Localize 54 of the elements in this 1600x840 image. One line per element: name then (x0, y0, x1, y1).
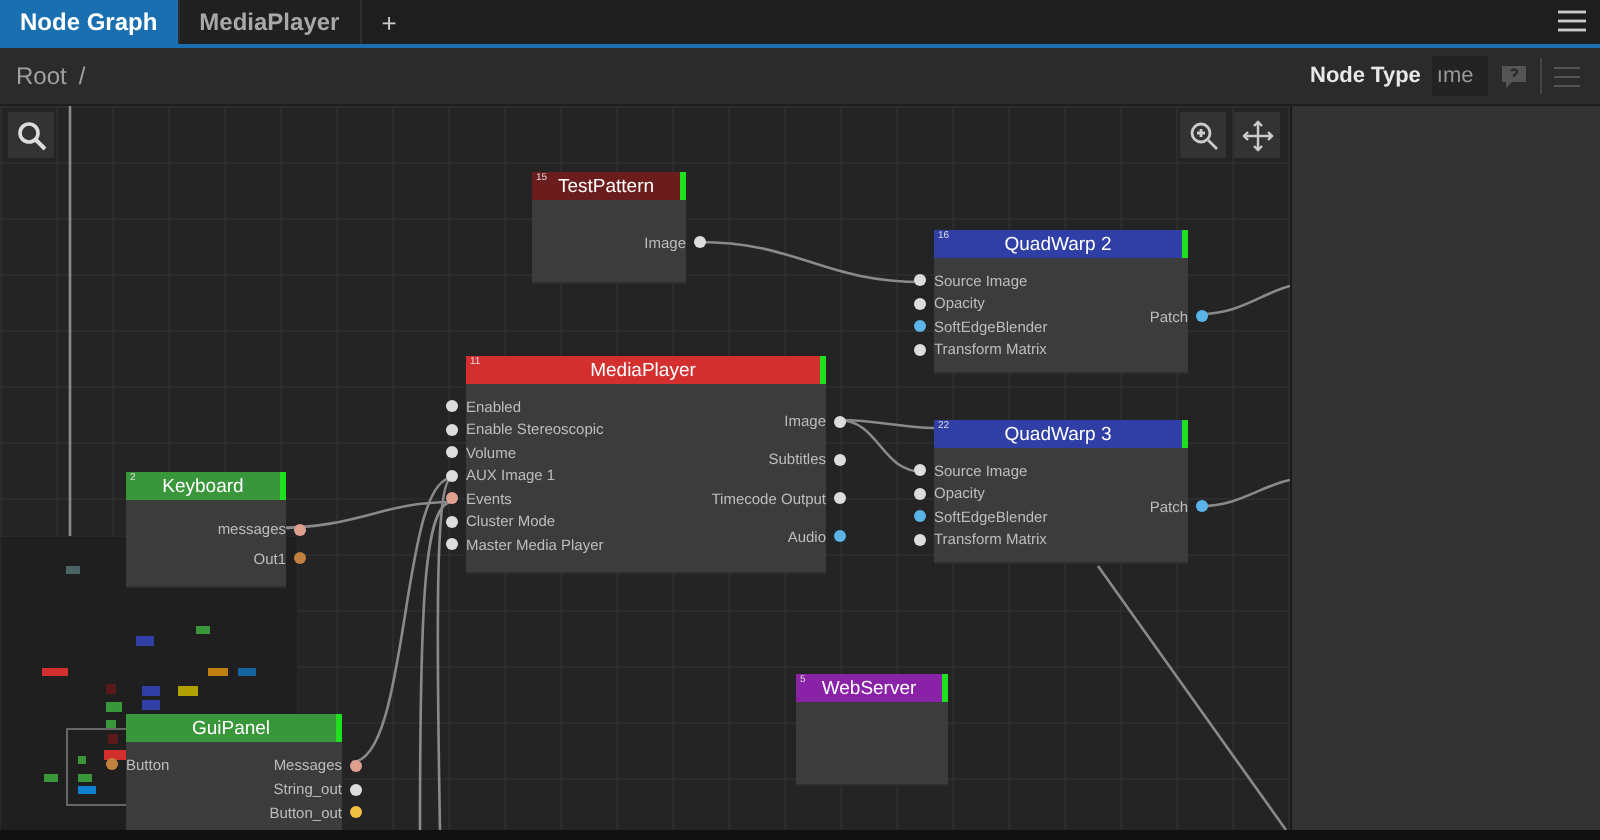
port-dot[interactable] (914, 487, 926, 500)
port-dot[interactable] (834, 492, 846, 505)
search-button[interactable] (8, 112, 54, 158)
breadcrumb-separator: / (78, 62, 86, 90)
zoom-in-button[interactable] (1180, 112, 1226, 158)
port-dot[interactable] (350, 783, 362, 795)
port-dot[interactable] (350, 806, 362, 819)
node-header[interactable]: GuiPanel (126, 714, 342, 742)
node-title: QuadWarp 2 (1004, 233, 1112, 255)
breadcrumb-link[interactable]: Root (16, 62, 67, 90)
port-dot[interactable] (834, 415, 846, 428)
port-dot[interactable] (834, 453, 846, 466)
node-title: Keyboard (162, 475, 244, 497)
minimap-block (42, 668, 68, 676)
port-dot[interactable] (914, 533, 926, 546)
port-dot[interactable] (914, 343, 926, 356)
port-dot[interactable] (446, 423, 458, 436)
minimap-block (66, 566, 80, 574)
tab[interactable]: Node Graph (0, 0, 180, 44)
port-dot[interactable] (446, 400, 458, 413)
minimap-block (196, 626, 210, 634)
port-dot[interactable] (914, 274, 926, 287)
port-dot[interactable] (294, 523, 306, 536)
node-title: TestPattern (557, 175, 655, 197)
port-dot[interactable] (446, 515, 458, 528)
move-button[interactable] (1234, 112, 1280, 158)
port-dot[interactable] (914, 464, 926, 477)
add-tab-button[interactable]: + (361, 0, 417, 44)
search-icon (15, 119, 47, 151)
port-dot[interactable] (446, 538, 458, 551)
port-dot[interactable] (914, 510, 926, 523)
zoom-in-icon (1187, 119, 1219, 151)
port-dot[interactable] (694, 236, 706, 248)
port-dot[interactable] (446, 469, 458, 482)
port-dot[interactable] (834, 530, 846, 543)
port-dot[interactable] (446, 492, 458, 505)
port-dot[interactable] (446, 446, 458, 459)
move-icon (1241, 119, 1273, 151)
panel-title: Node Type (1310, 64, 1421, 88)
menu-icon[interactable] (1558, 10, 1586, 32)
node-title: WebServer (821, 677, 917, 699)
minimap-viewport[interactable] (66, 728, 127, 806)
node-title: MediaPlayer (590, 359, 696, 381)
port-dot[interactable] (1196, 310, 1208, 322)
node-title: QuadWarp 3 (1004, 423, 1112, 445)
minimap-block (78, 756, 86, 764)
node-title: GuiPanel (191, 717, 271, 739)
port-dot[interactable] (1196, 500, 1208, 512)
port-dot[interactable] (350, 759, 362, 772)
minimap-block (136, 636, 154, 646)
port-dot[interactable] (914, 297, 926, 310)
minimap-block (44, 774, 58, 782)
search-field[interactable]: ıme (1432, 56, 1489, 96)
port-dot[interactable] (914, 320, 926, 333)
